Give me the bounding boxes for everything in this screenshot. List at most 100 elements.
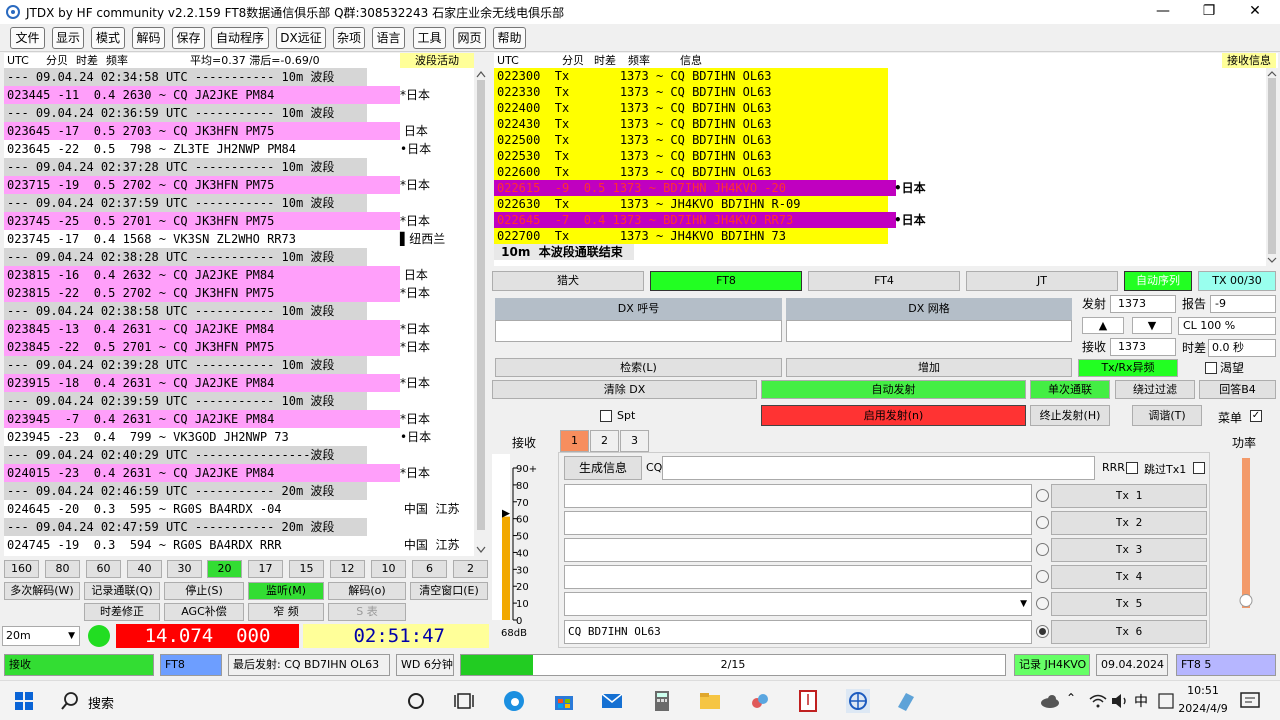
cl-spinbox[interactable]: CL 100 %	[1178, 317, 1276, 335]
decode-row[interactable]: 024015 -23 0.4 2631 ~ CQ JA2JKE PM84 *日本	[4, 464, 474, 482]
close-button[interactable]: ✕	[1232, 0, 1278, 24]
ime-indicator[interactable]: 中	[1134, 691, 1148, 711]
decode-row[interactable]: 023815 -16 0.4 2632 ~ CQ JA2JKE PM84 日本	[4, 266, 474, 284]
band-separator-row[interactable]: --- 09.04.24 02:39:28 UTC ----------- 10…	[4, 356, 474, 374]
tx4-message-input[interactable]	[564, 565, 1032, 589]
tx6-radio[interactable]	[1036, 625, 1049, 638]
notification-icon[interactable]	[1238, 689, 1262, 713]
rx-freq-spinbox[interactable]: 1373	[1110, 338, 1176, 356]
tx3-message-input[interactable]	[564, 538, 1032, 562]
tx1-button[interactable]: Tx 1	[1051, 484, 1207, 508]
tx-counter-button[interactable]: TX 00/30	[1198, 271, 1276, 291]
decode-row[interactable]: 023745 -25 0.5 2701 ~ CQ JK3HFN PM75 *日本	[4, 212, 474, 230]
cq-input[interactable]	[662, 456, 1095, 480]
edge-browser-icon[interactable]	[502, 689, 526, 713]
band-separator-row[interactable]: --- 09.04.24 02:40:29 UTC --------------…	[4, 446, 474, 464]
monitor-button[interactable]: 监听(M)	[248, 582, 324, 600]
minimize-button[interactable]: —	[1140, 0, 1186, 24]
tx4-button[interactable]: Tx 4	[1051, 565, 1207, 589]
decode-row[interactable]: 023945 -7 0.4 2631 ~ CQ JA2JKE PM84 *日本	[4, 410, 474, 428]
freq-up-button[interactable]: ▲	[1082, 317, 1124, 334]
dt-spinbox[interactable]: 0.0 秒	[1208, 339, 1276, 357]
tx1-message-input[interactable]	[564, 484, 1032, 508]
auto-tx-button[interactable]: 自动发射	[761, 380, 1026, 399]
lookup-button[interactable]: 检索(L)	[495, 358, 782, 377]
menu-checkbox[interactable]: ✓	[1250, 410, 1262, 422]
rx-frequency-list[interactable]: 022300 Tx 1373 ~ CQ BD7IHN OL63 022330 Tx…	[494, 68, 1266, 266]
band-button-80[interactable]: 80	[45, 560, 80, 578]
hound-button[interactable]: 猎犬	[492, 271, 644, 291]
tx6-button[interactable]: Tx 6	[1051, 620, 1207, 644]
tx6-message-input[interactable]: CQ BD7IHN OL63	[564, 620, 1032, 644]
band-separator-row[interactable]: --- 09.04.24 02:47:59 UTC ----------- 20…	[4, 518, 474, 536]
s-meter-button[interactable]: S 表	[328, 603, 406, 621]
decode-row[interactable]: 023645 -22 0.5 798 ~ ZL3TE JH2NWP PM84 •日…	[4, 140, 474, 158]
band-activity-scrollbar[interactable]	[474, 68, 488, 556]
decode-row[interactable]: 023945 -23 0.4 799 ~ VK3GOD JH2NWP 73 •日本	[4, 428, 474, 446]
band-button-6[interactable]: 6	[412, 560, 447, 578]
menu-dx-expedition[interactable]: DX远征	[276, 27, 326, 49]
band-button-15[interactable]: 15	[289, 560, 324, 578]
tab-2[interactable]: 2	[590, 430, 619, 452]
decode-row[interactable]: 023445 -11 0.4 2630 ~ CQ JA2JKE PM84 *日本	[4, 86, 474, 104]
menu-misc[interactable]: 杂项	[333, 27, 365, 49]
stop-tx-button[interactable]: 终止发射(H)	[1030, 405, 1110, 426]
band-separator-row[interactable]: --- 09.04.24 02:37:59 UTC ----------- 10…	[4, 194, 474, 212]
band-separator-row[interactable]: --- 09.04.24 02:37:28 UTC ----------- 10…	[4, 158, 474, 176]
decode-row[interactable]: 023845 -13 0.4 2631 ~ CQ JA2JKE PM84 *日本	[4, 320, 474, 338]
decode-row[interactable]: 023645 -17 0.5 2703 ~ CQ JK3HFN PM75 日本	[4, 122, 474, 140]
menu-tools[interactable]: 工具	[413, 27, 446, 49]
generate-messages-button[interactable]: 生成信息	[564, 456, 642, 480]
decode-row[interactable]: 023715 -19 0.5 2702 ~ CQ JK3HFN PM75 *日本	[4, 176, 474, 194]
ft4-mode-button[interactable]: FT4	[808, 271, 960, 291]
power-slider[interactable]	[1236, 454, 1256, 624]
freq-down-button[interactable]: ▼	[1132, 317, 1172, 334]
menu-language[interactable]: 语言	[372, 27, 405, 49]
tx5-button[interactable]: Tx 5	[1051, 592, 1207, 616]
menu-auto-program[interactable]: 自动程序	[211, 27, 269, 49]
band-separator-row[interactable]: --- 09.04.24 02:38:58 UTC ----------- 10…	[4, 302, 474, 320]
app-red-icon[interactable]	[796, 689, 820, 713]
skip-filter-button[interactable]: 绕过过滤	[1115, 380, 1195, 399]
chevron-up-icon[interactable]: ⌃	[1066, 691, 1076, 705]
menu-save[interactable]: 保存	[172, 27, 205, 49]
auto-sequence-button[interactable]: 自动序列	[1124, 271, 1192, 291]
tx5-radio[interactable]	[1036, 597, 1049, 610]
clear-window-button[interactable]: 清空窗口(E)	[410, 582, 488, 600]
tx3-button[interactable]: Tx 3	[1051, 538, 1207, 562]
decode-button[interactable]: 解码(o)	[328, 582, 406, 600]
band-button-160[interactable]: 160	[4, 560, 39, 578]
tx2-message-input[interactable]	[564, 511, 1032, 535]
dt-fix-button[interactable]: 时差修正	[84, 603, 160, 621]
tab-1[interactable]: 1	[560, 430, 589, 452]
snipping-tool-icon[interactable]	[748, 689, 772, 713]
tune-button[interactable]: 调谐(T)	[1132, 405, 1202, 426]
dx-grid-input[interactable]	[786, 320, 1072, 342]
band-separator-row[interactable]: --- 09.04.24 02:34:58 UTC ----------- 10…	[4, 68, 474, 86]
tx2-radio[interactable]	[1036, 516, 1049, 529]
file-explorer-icon[interactable]	[698, 689, 722, 713]
band-separator-row[interactable]: --- 09.04.24 02:39:59 UTC ----------- 10…	[4, 392, 474, 410]
reply-b4-button[interactable]: 回答B4	[1199, 380, 1276, 399]
tx5-message-combobox[interactable]: ▼	[564, 592, 1032, 616]
decode-row[interactable]: 024645 -20 0.3 595 ~ RG0S BA4RDX -04 中国 …	[4, 500, 474, 518]
menu-mode[interactable]: 模式	[91, 27, 125, 49]
tx-rx-split-button[interactable]: Tx/Rx异频	[1078, 359, 1178, 377]
band-button-60[interactable]: 60	[86, 560, 121, 578]
menu-view[interactable]: 显示	[52, 27, 84, 49]
band-button-20[interactable]: 20	[207, 560, 242, 578]
store-icon[interactable]	[552, 689, 576, 713]
clear-dx-button[interactable]: 清除 DX	[492, 380, 757, 399]
speaker-icon[interactable]	[1108, 689, 1132, 713]
band-button-30[interactable]: 30	[167, 560, 202, 578]
menu-decode[interactable]: 解码	[132, 27, 165, 49]
tx-freq-spinbox[interactable]: 1373	[1110, 295, 1176, 313]
band-separator-row[interactable]: --- 09.04.24 02:46:59 UTC ----------- 20…	[4, 482, 474, 500]
single-qso-button[interactable]: 单次通联	[1030, 380, 1110, 399]
rrr-checkbox[interactable]	[1126, 462, 1138, 474]
band-separator-row[interactable]: --- 09.04.24 02:36:59 UTC ----------- 10…	[4, 104, 474, 122]
decode-row[interactable]: 023915 -18 0.4 2631 ~ CQ JA2JKE PM84 *日本	[4, 374, 474, 392]
rx-frequency-scrollbar[interactable]	[1266, 68, 1278, 266]
multi-decode-button[interactable]: 多次解码(W)	[4, 582, 80, 600]
decode-row[interactable]: 023845 -22 0.5 2701 ~ CQ JK3HFN PM75 *日本	[4, 338, 474, 356]
